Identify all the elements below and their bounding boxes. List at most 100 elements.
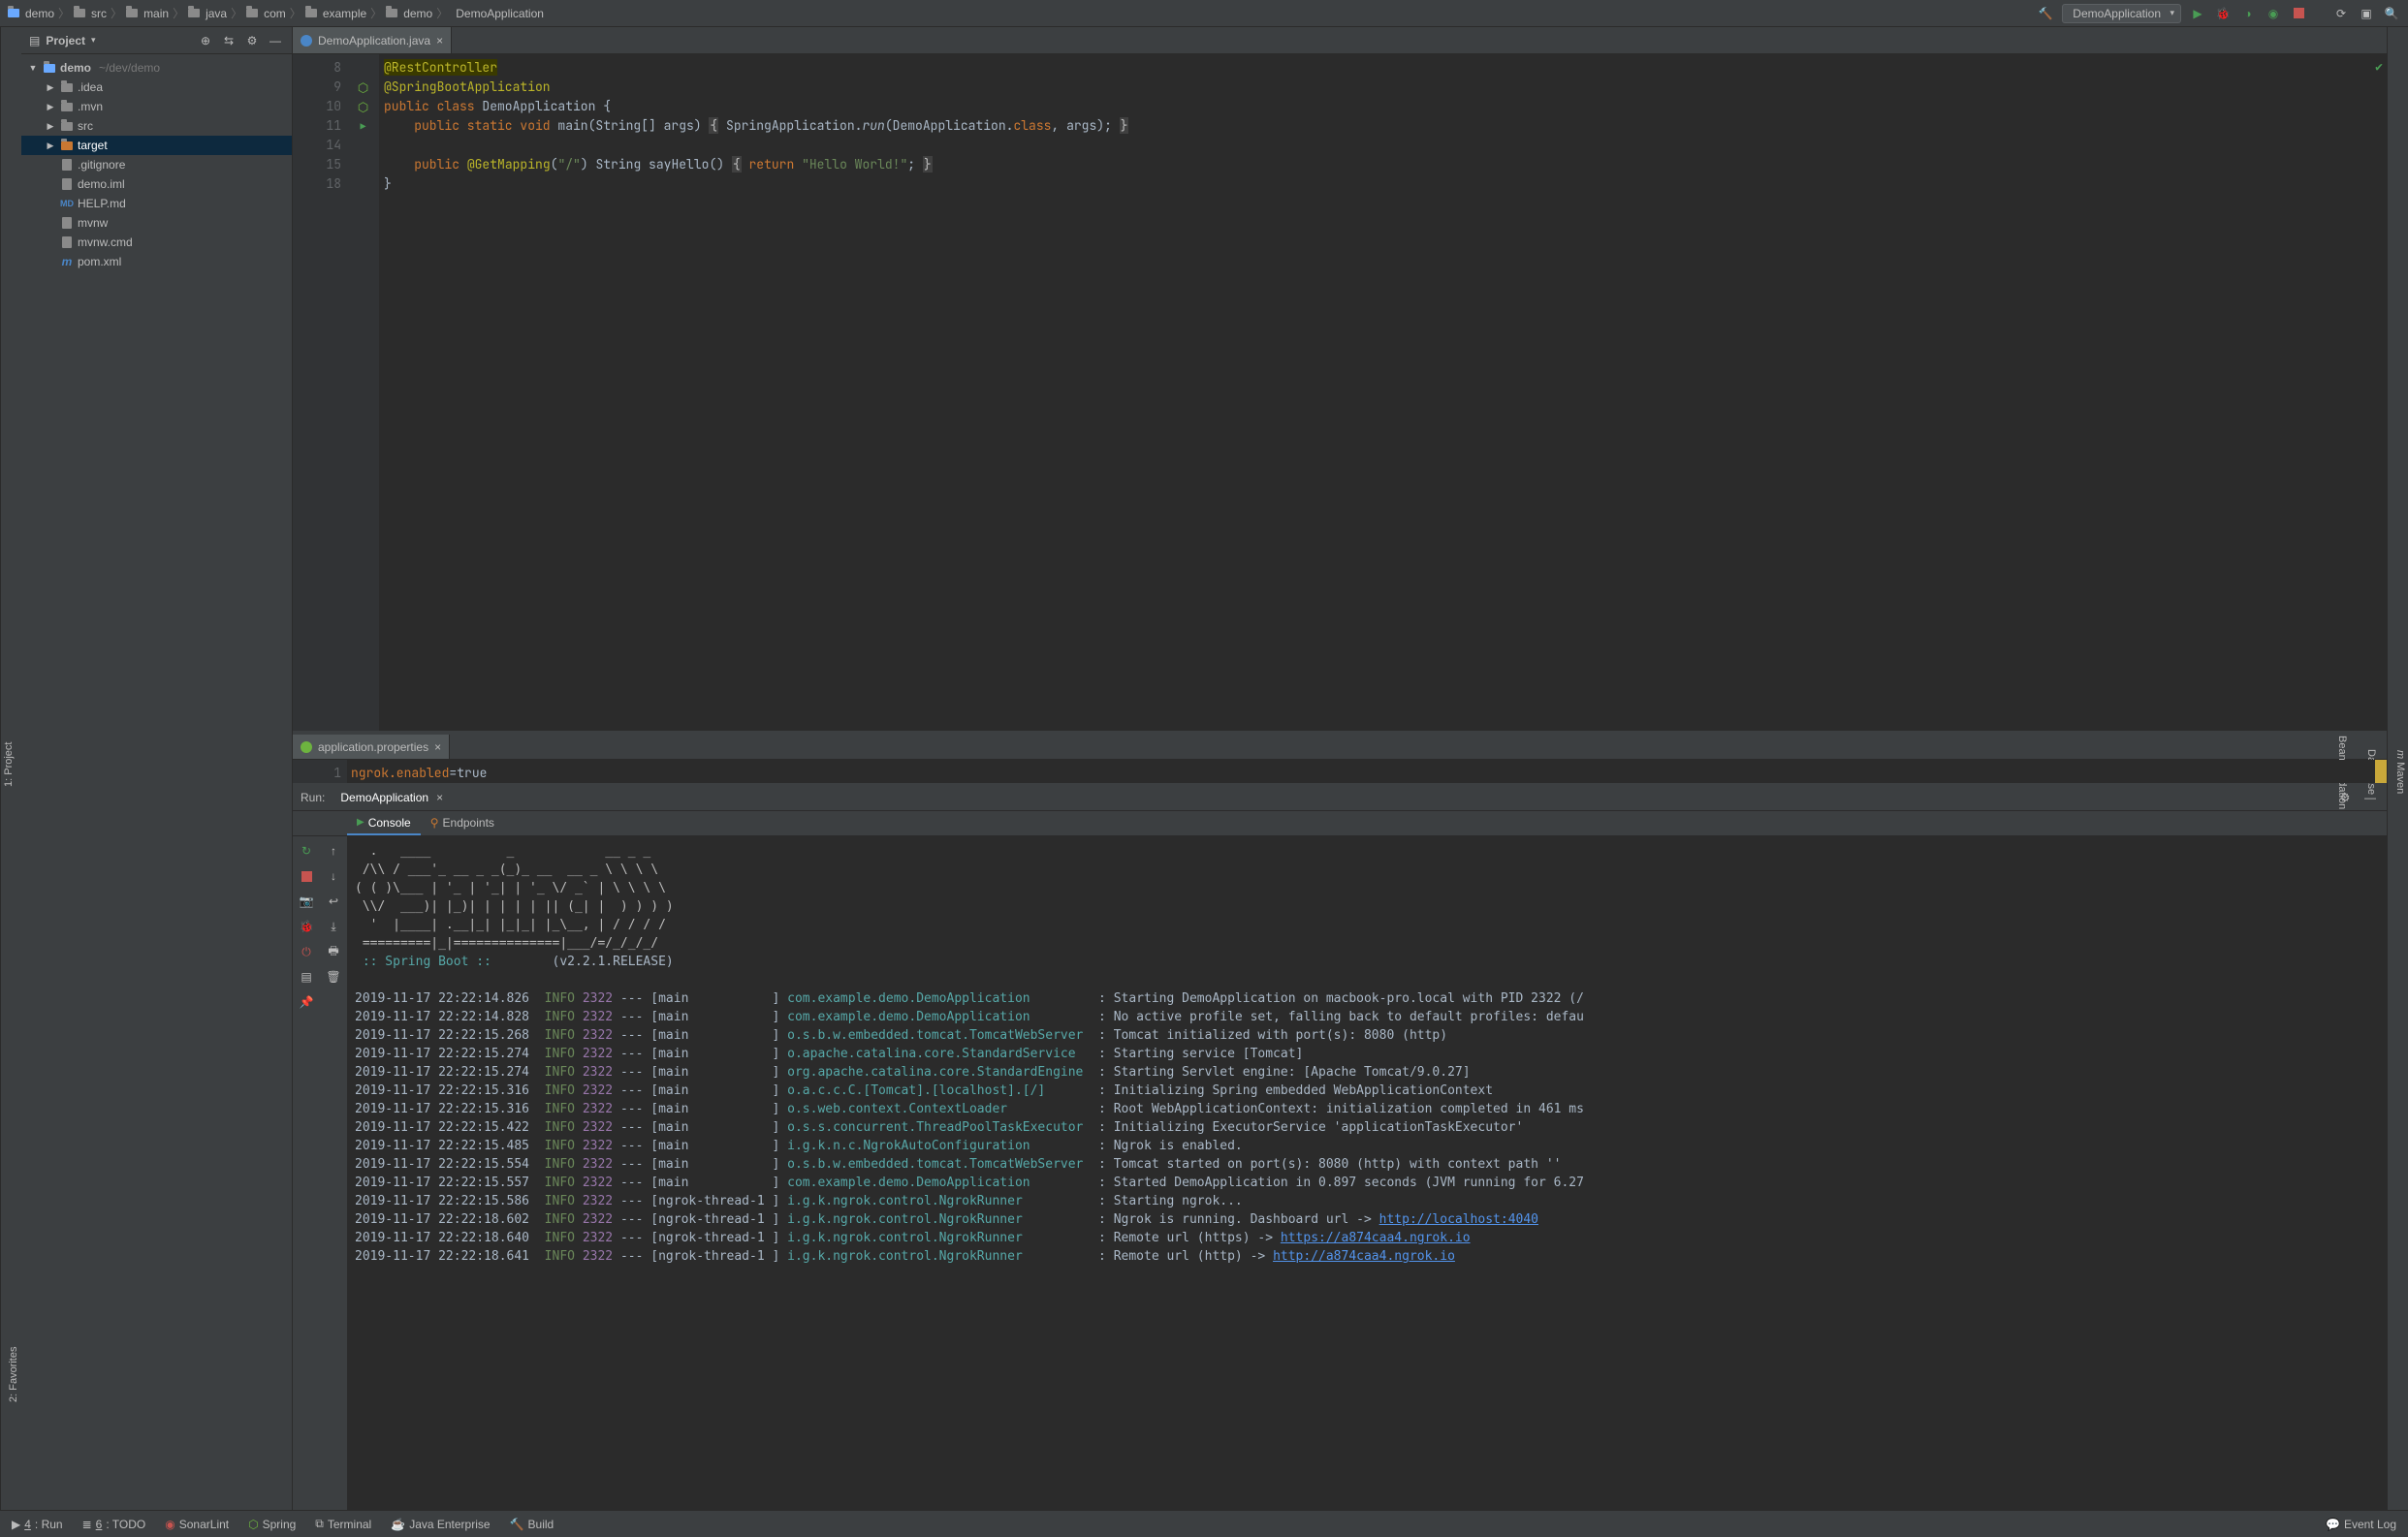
hide-icon[interactable]: — xyxy=(267,32,284,49)
code-area[interactable]: @RestController@SpringBootApplicationpub… xyxy=(380,54,2387,731)
tree-row[interactable]: .gitignore xyxy=(21,155,292,174)
status-item[interactable]: ≣ 6: TODO xyxy=(82,1517,146,1531)
terminal-icon[interactable]: ▣ xyxy=(2358,5,2375,22)
search-icon[interactable]: 🔍 xyxy=(2383,5,2400,22)
layout-icon[interactable]: ▤ xyxy=(298,968,315,986)
tree-row[interactable]: mvnw xyxy=(21,213,292,233)
breadcrumb-item[interactable]: demo xyxy=(386,7,432,20)
rerun-icon[interactable]: ↻ xyxy=(298,842,315,860)
close-icon[interactable]: × xyxy=(436,34,443,47)
log-link[interactable]: https://a874caa4.ngrok.io xyxy=(1281,1231,1471,1245)
run-line-icon[interactable]: ▶ xyxy=(361,120,366,133)
status-item[interactable]: ⬡ Spring xyxy=(248,1517,296,1531)
chevron-down-icon[interactable]: ▾ xyxy=(91,35,96,46)
log-link[interactable]: http://localhost:4040 xyxy=(1379,1212,1538,1227)
twisty-icon[interactable]: ▶ xyxy=(45,82,56,93)
status-item[interactable]: ▶ 4: Run xyxy=(12,1517,63,1531)
gutter-icon-slot[interactable]: ⬡ xyxy=(347,97,379,116)
stop-icon[interactable] xyxy=(2290,5,2307,22)
down-icon[interactable]: ↓ xyxy=(325,867,342,885)
project-title[interactable]: Project xyxy=(46,34,85,47)
rail-tab-project[interactable]: 1: Project xyxy=(1,738,16,791)
gear-icon[interactable]: ⚙ xyxy=(243,32,261,49)
breadcrumb-item[interactable]: java xyxy=(188,7,227,20)
project-tree[interactable]: ▼ demo ~/dev/demo ▶.idea▶.mvn▶src▶target… xyxy=(21,54,292,1510)
tree-row[interactable]: ▶src xyxy=(21,116,292,136)
expand-icon[interactable]: ⇆ xyxy=(220,32,238,49)
breadcrumb-item[interactable]: demo xyxy=(8,7,54,20)
code-line[interactable] xyxy=(384,136,2387,155)
gutter-icon-slot[interactable]: ▶ xyxy=(347,116,379,136)
code-line[interactable]: } xyxy=(384,174,2387,194)
tree-root[interactable]: ▼ demo ~/dev/demo xyxy=(21,58,292,78)
tree-label: target xyxy=(78,139,108,152)
code-line[interactable]: @RestController xyxy=(384,58,2387,78)
breadcrumb-item[interactable]: com xyxy=(246,7,286,20)
trash-icon[interactable]: 🗑 xyxy=(325,968,342,986)
log-line: 2019-11-17 22:22:15.274 INFO 2322 --- [m… xyxy=(355,1045,2379,1063)
coverage-icon[interactable]: ◑ xyxy=(2239,5,2257,22)
log-link[interactable]: http://a874caa4.ngrok.io xyxy=(1273,1249,1455,1264)
twisty-icon[interactable]: ▼ xyxy=(27,63,39,73)
camera-icon[interactable]: 📷 xyxy=(298,893,315,910)
code-line[interactable]: public class DemoApplication { xyxy=(384,97,2387,116)
scroll-icon[interactable]: ⤓ xyxy=(325,918,342,935)
prop-code[interactable]: ngrok.enabled=true xyxy=(347,760,2387,783)
event-log-button[interactable]: 💬 Event Log xyxy=(2326,1518,2396,1531)
close-icon[interactable]: × xyxy=(436,791,443,804)
breadcrumb-item[interactable]: example xyxy=(305,7,366,20)
close-icon[interactable]: × xyxy=(434,740,441,754)
tree-row[interactable]: mpom.xml xyxy=(21,252,292,271)
spring-bean-icon[interactable]: ⬡ xyxy=(358,79,368,96)
build-icon[interactable]: 🔨 xyxy=(2037,5,2054,22)
breadcrumb-label: main xyxy=(143,7,169,20)
gutter-icon-slot[interactable]: ⬡ xyxy=(347,78,379,97)
twisty-icon[interactable]: ▶ xyxy=(45,141,56,151)
status-item[interactable]: ◉ SonarLint xyxy=(165,1517,229,1531)
rail-tab-favorites[interactable]: 2: Favorites xyxy=(6,1342,21,1405)
breadcrumb-item[interactable]: DemoApplication xyxy=(452,7,544,20)
editor-tab-demoapplication[interactable]: DemoApplication.java × xyxy=(293,27,452,53)
status-item[interactable]: ☕ Java Enterprise xyxy=(391,1517,490,1531)
code-editor[interactable]: 891011141518 ⬡⬡▶ @RestController@SpringB… xyxy=(293,54,2387,731)
rail-tab-maven[interactable]: m Maven xyxy=(2392,746,2408,798)
code-line[interactable]: public @GetMapping("/") String sayHello(… xyxy=(384,155,2387,174)
editor-tab-properties[interactable]: application.properties × xyxy=(293,735,450,759)
tree-row[interactable]: MDHELP.md xyxy=(21,194,292,213)
bug-icon[interactable]: 🐞 xyxy=(298,918,315,935)
tree-row[interactable]: demo.iml xyxy=(21,174,292,194)
breadcrumb-item[interactable]: main xyxy=(126,7,169,20)
twisty-icon[interactable]: ▶ xyxy=(45,121,56,132)
run-scroll-toolbar: ↑ ↓ ↩ ⤓ 🖶 🗑 xyxy=(320,836,347,1510)
tree-row[interactable]: mvnw.cmd xyxy=(21,233,292,252)
status-item[interactable]: 🔨 Build xyxy=(510,1517,554,1531)
print-icon[interactable]: 🖶 xyxy=(325,943,342,960)
tree-row[interactable]: ▶.idea xyxy=(21,78,292,97)
properties-editor[interactable]: 1 ngrok.enabled=true xyxy=(293,760,2387,783)
run-tab[interactable]: ▶Console xyxy=(347,811,421,835)
chevron-down-icon: ▾ xyxy=(2170,8,2174,18)
pin-icon[interactable]: 📌 xyxy=(298,993,315,1011)
profile-icon[interactable]: ◉ xyxy=(2265,5,2282,22)
breadcrumb-label: src xyxy=(91,7,107,20)
vcs-update-icon[interactable]: ⟳ xyxy=(2332,5,2350,22)
debug-icon[interactable]: 🐞 xyxy=(2214,5,2232,22)
status-item[interactable]: ⧉ Terminal xyxy=(315,1517,371,1531)
run-icon[interactable]: ▶ xyxy=(2189,5,2206,22)
tree-row[interactable]: ▶.mvn xyxy=(21,97,292,116)
tree-row[interactable]: ▶ target xyxy=(21,136,292,155)
code-line[interactable]: @SpringBootApplication xyxy=(384,78,2387,97)
console-output[interactable]: . ____ _ __ _ _ /\\ / ___'_ __ _ _(_)_ _… xyxy=(347,836,2387,1510)
spring-bean-icon[interactable]: ⬡ xyxy=(358,99,368,115)
stop-icon[interactable] xyxy=(298,867,315,885)
up-icon[interactable]: ↑ xyxy=(325,842,342,860)
breadcrumb-item[interactable]: src xyxy=(74,7,107,20)
locate-icon[interactable]: ⊕ xyxy=(197,32,214,49)
run-tab[interactable]: ⚲Endpoints xyxy=(421,811,504,835)
wrap-icon[interactable]: ↩ xyxy=(325,893,342,910)
gutter-icon-slot xyxy=(347,155,379,174)
run-config-select[interactable]: DemoApplication ▾ xyxy=(2062,4,2181,23)
twisty-icon[interactable]: ▶ xyxy=(45,102,56,112)
exit-icon[interactable]: ⏻ xyxy=(298,943,315,960)
code-line[interactable]: public static void main(String[] args) {… xyxy=(384,116,2387,136)
